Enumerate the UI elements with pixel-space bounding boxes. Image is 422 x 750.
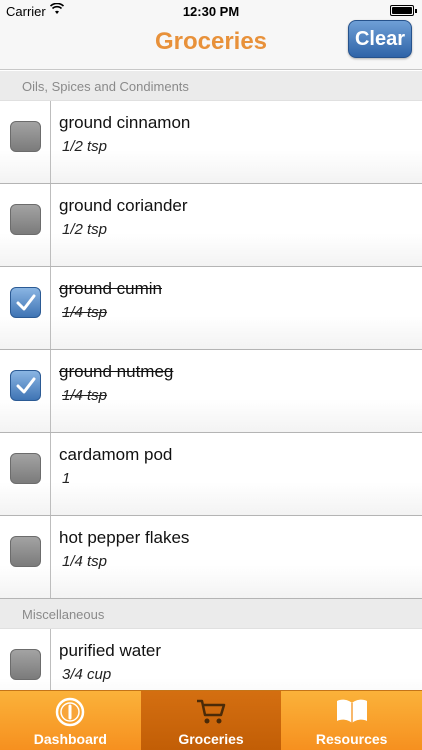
item-name: purified water [59,641,162,660]
dashboard-icon [56,697,85,727]
checkbox[interactable] [10,453,41,484]
row-divider [50,184,51,266]
list-item[interactable]: purified water 3/4 cup [0,629,422,690]
item-name: ground coriander [59,196,188,215]
checkbox[interactable] [10,204,41,235]
status-bar: Carrier 12:30 PM [0,0,422,22]
tab-groceries[interactable]: Groceries [140,691,282,750]
checkbox[interactable] [10,121,41,152]
book-icon [336,699,367,723]
item-name: ground nutmeg [59,362,174,381]
battery-icon [390,5,417,16]
list-item[interactable]: hot pepper flakes 1/4 tsp [0,516,422,599]
list-item[interactable]: ground cinnamon 1/2 tsp [0,101,422,184]
checkmark-icon [16,294,36,311]
row-divider [50,629,51,690]
list-item[interactable]: ground nutmeg 1/4 tsp [0,350,422,433]
item-quantity: 1/2 tsp [62,221,108,238]
row-divider [50,433,51,515]
tab-resources[interactable]: Resources [281,691,422,750]
item-quantity: 1/2 tsp [62,138,108,155]
checkbox[interactable] [10,287,41,318]
list-item[interactable]: ground cumin 1/4 tsp [0,267,422,350]
item-name: ground cumin [59,279,163,298]
tab-bar: Dashboard Groceries Resources [0,690,422,750]
tab-dashboard[interactable]: Dashboard [0,691,141,750]
section-header: Miscellaneous [0,599,422,629]
tab-label: Dashboard [33,731,107,747]
item-name: ground cinnamon [59,113,191,132]
item-quantity: 1/4 tsp [62,553,108,570]
tab-label: Groceries [178,731,244,747]
row-divider [50,267,51,349]
grocery-list[interactable]: Oils, Spices and Condiments ground cinna… [0,71,422,690]
row-divider [50,516,51,598]
row-divider [50,101,51,183]
list-item[interactable]: cardamom pod 1 [0,433,422,516]
checkbox[interactable] [10,536,41,567]
item-quantity: 3/4 cup [62,666,112,683]
item-quantity: 1/4 tsp [62,304,108,321]
checkmark-icon [16,377,36,394]
status-time: 12:30 PM [182,4,240,19]
item-name: cardamom pod [59,445,173,464]
tab-label: Resources [315,731,388,747]
section-header: Oils, Spices and Condiments [0,71,422,101]
checkbox[interactable] [10,370,41,401]
row-divider [50,350,51,432]
checkbox[interactable] [10,649,41,680]
item-quantity: 1/4 tsp [62,387,108,404]
cart-icon [197,699,226,724]
item-quantity: 1 [62,470,71,487]
list-item[interactable]: ground coriander 1/2 tsp [0,184,422,267]
nav-bar: Groceries Clear [0,20,422,70]
clear-button[interactable]: Clear [348,20,412,58]
item-name: hot pepper flakes [59,528,190,547]
